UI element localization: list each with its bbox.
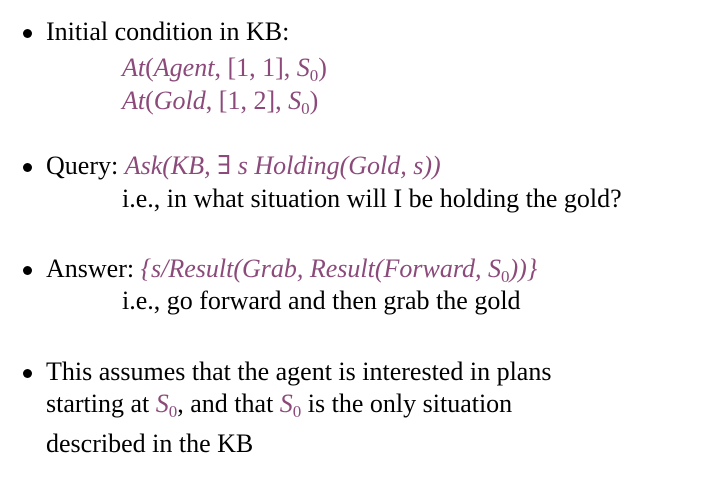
bullet-query: Query: Ask(KB, ∃ s Holding(Gold, s)): [18, 151, 441, 181]
bullet-dot: [23, 29, 32, 38]
bullet-dot: [23, 266, 32, 275]
assumption-line-1: This assumes that the agent is intereste…: [46, 357, 552, 386]
query-label: Query:: [46, 151, 119, 180]
answer-explanation: i.e., go forward and then grab the gold: [122, 286, 521, 315]
answer-formula: {s/Result(Grab, Result(Forward, S0))}: [140, 254, 538, 286]
kb-fact-gold: At(Gold, [1, 2], S0): [122, 86, 319, 118]
bullet-label: Initial condition in KB:: [46, 17, 290, 46]
bullet-assumption: This assumes that the agent is intereste…: [18, 356, 551, 460]
answer-label: Answer:: [46, 254, 135, 283]
slide: Initial condition in KB: At(Agent, [1, 1…: [0, 0, 728, 479]
bullet-dot: [23, 369, 32, 378]
assumption-line-2: starting at S0, and that S0 is the only …: [46, 389, 513, 421]
query-formula: Ask(KB, ∃ s Holding(Gold, s)): [124, 151, 441, 180]
bullet-initial-condition: Initial condition in KB:: [18, 17, 289, 47]
bullet-dot: [23, 163, 32, 172]
assumption-line-3: described in the KB: [46, 429, 254, 458]
query-explanation: i.e., in what situation will I be holdin…: [122, 184, 622, 213]
